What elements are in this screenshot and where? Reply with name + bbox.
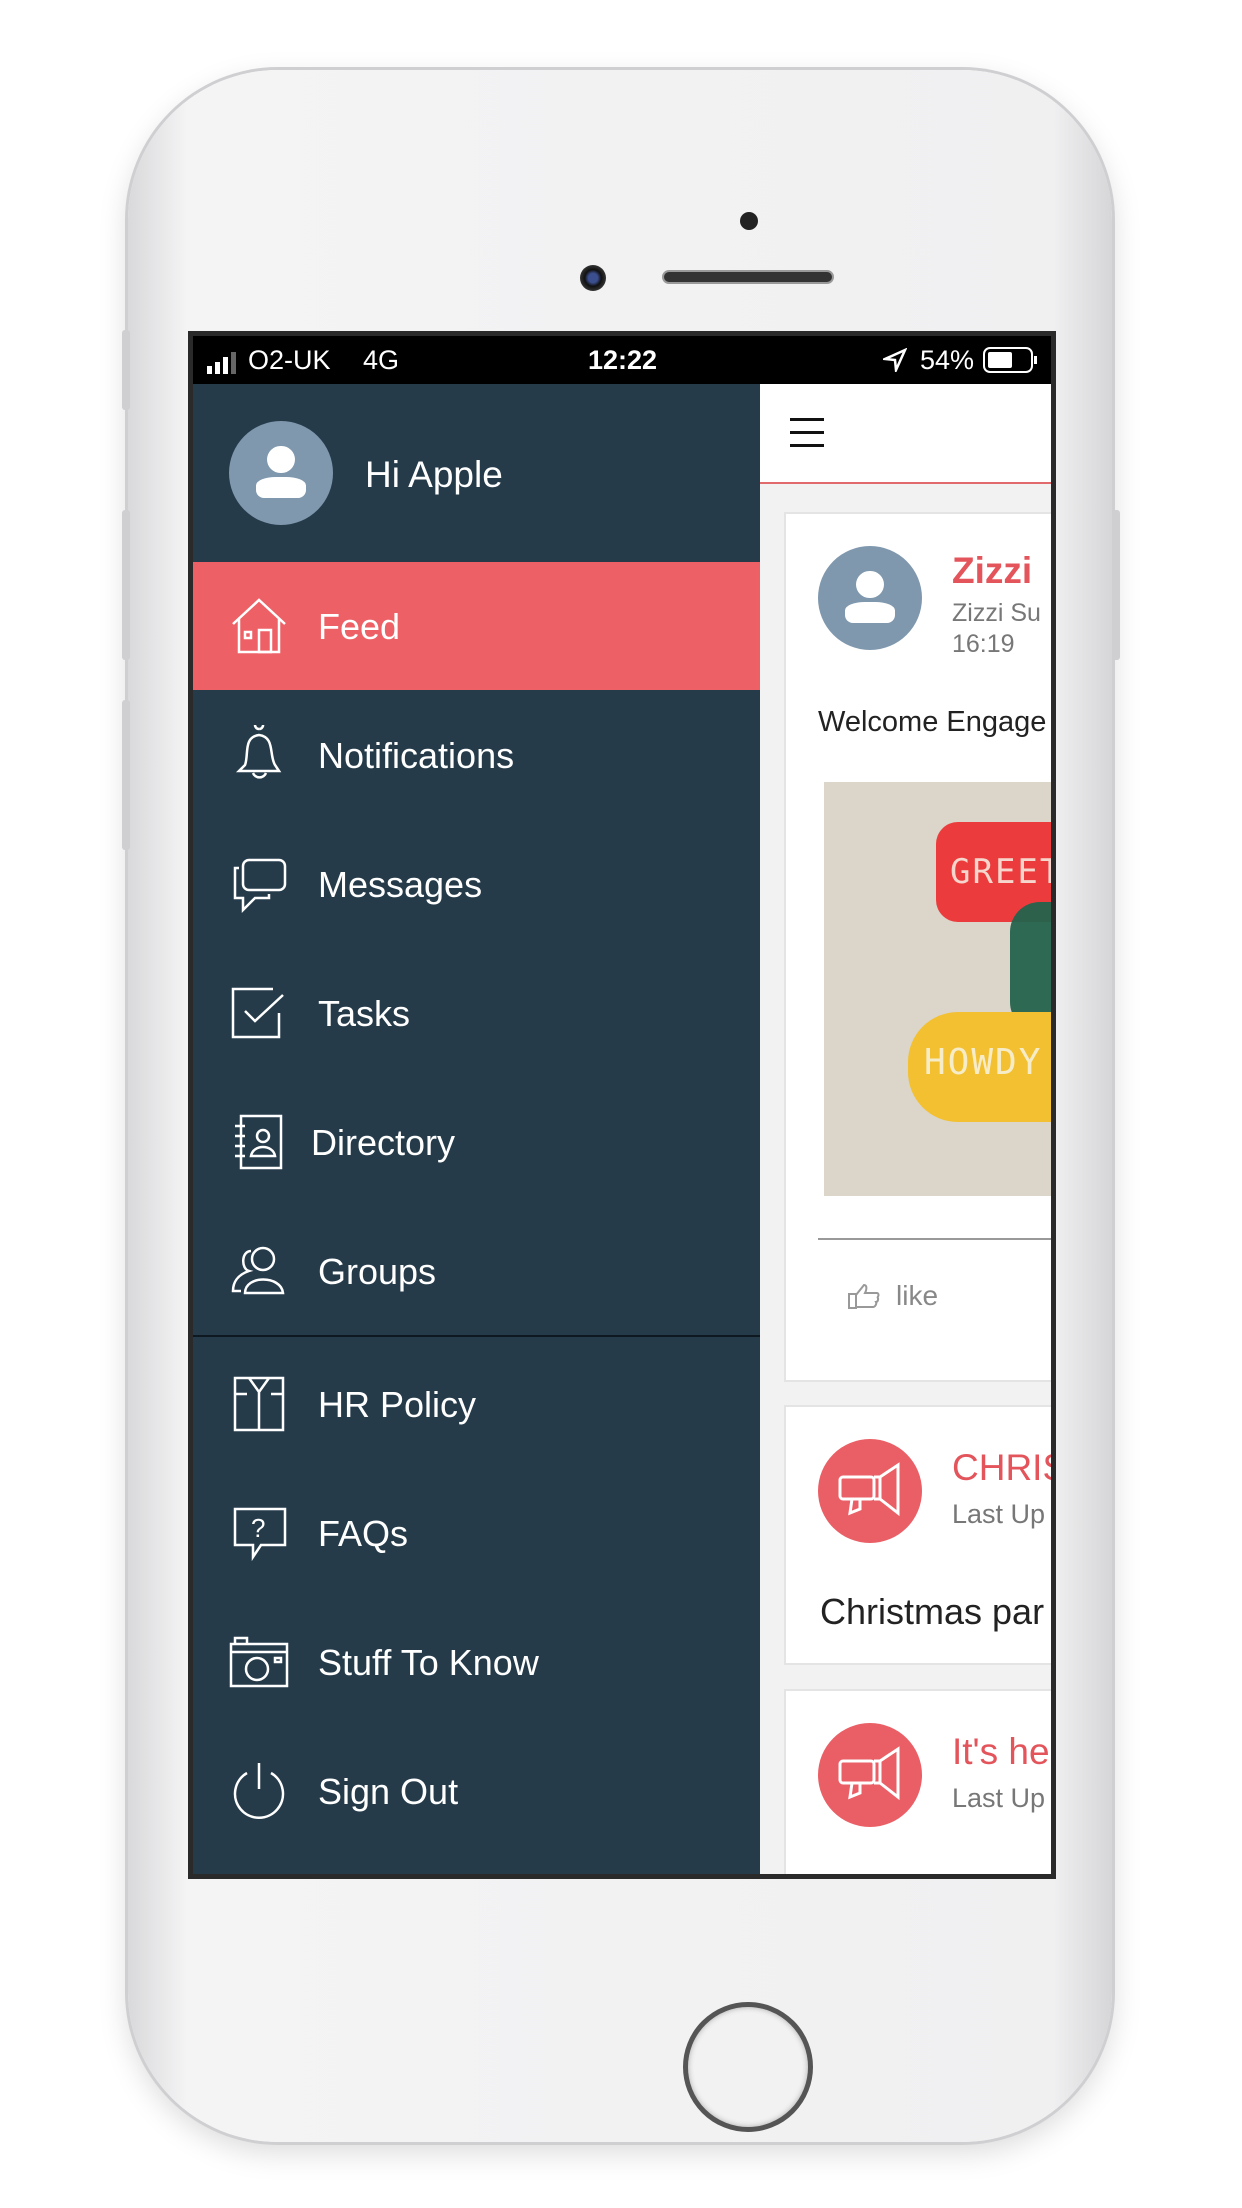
drawer-item-label: Directory bbox=[311, 1122, 456, 1163]
announcement-subtitle: Last Up bbox=[952, 1499, 1046, 1529]
megaphone-icon bbox=[838, 1462, 900, 1517]
hamburger-menu-icon[interactable] bbox=[790, 418, 824, 448]
camera-icon bbox=[229, 1636, 289, 1688]
drawer-item-label: HR Policy bbox=[318, 1384, 477, 1425]
front-camera bbox=[580, 265, 606, 291]
screen: O2-UK 4G 12:22 54% Hi Apple Feed Notific… bbox=[188, 331, 1056, 1879]
drawer-item-notifications[interactable]: Notifications bbox=[193, 691, 760, 819]
shirt-icon bbox=[233, 1376, 285, 1432]
drawer-item-sign-out[interactable]: Sign Out bbox=[193, 1727, 760, 1855]
megaphone-icon bbox=[838, 1746, 900, 1801]
clock: 12:22 bbox=[588, 345, 658, 375]
carrier: O2-UK bbox=[248, 345, 331, 375]
battery-percent: 54% bbox=[920, 345, 975, 375]
greeting: Hi Apple bbox=[365, 454, 503, 495]
author-avatar bbox=[818, 546, 922, 650]
earpiece-speaker bbox=[662, 270, 834, 284]
like-button[interactable]: like bbox=[848, 1280, 938, 1312]
post-card[interactable]: Zizzi Zizzi Su 16:19 Welcome Engage GREE… bbox=[784, 512, 1051, 1382]
user-avatar[interactable] bbox=[229, 421, 333, 525]
post-time: 16:19 bbox=[952, 630, 1015, 658]
drawer-item-label: Messages bbox=[318, 864, 483, 905]
volume-down-button bbox=[122, 700, 130, 850]
drawer-item-label: Stuff To Know bbox=[318, 1642, 539, 1683]
drawer-item-label: Tasks bbox=[318, 993, 411, 1034]
volume-up-button bbox=[122, 510, 130, 660]
status-bar: O2-UK 4G 12:22 54% bbox=[193, 336, 1051, 384]
card-divider bbox=[818, 1238, 1051, 1240]
drawer-item-hr-policy[interactable]: HR Policy bbox=[193, 1340, 760, 1468]
announcement-text: Christmas par bbox=[820, 1591, 1045, 1632]
chat-icon bbox=[233, 858, 287, 914]
group-icon bbox=[231, 1246, 285, 1295]
svg-text:?: ? bbox=[251, 1513, 265, 1543]
drawer-item-stuff-to-know[interactable]: Stuff To Know bbox=[193, 1598, 760, 1726]
drawer-item-label: Notifications bbox=[318, 735, 515, 776]
drawer-divider bbox=[193, 1335, 760, 1337]
drawer-item-tasks[interactable]: Tasks bbox=[193, 949, 760, 1077]
drawer-item-directory[interactable]: Directory bbox=[193, 1078, 760, 1206]
drawer-item-label: Sign Out bbox=[318, 1771, 459, 1812]
post-author[interactable]: Zizzi bbox=[952, 550, 1032, 592]
drawer-item-messages[interactable]: Messages bbox=[193, 820, 760, 948]
navigation-drawer: Hi Apple Feed Notifications Messages Tas… bbox=[193, 384, 760, 1874]
post-subtitle: Zizzi Su bbox=[952, 599, 1041, 627]
announcement-avatar bbox=[818, 1439, 922, 1543]
mute-switch bbox=[122, 330, 130, 410]
drawer-item-groups[interactable]: Groups bbox=[193, 1207, 760, 1335]
signal-icon bbox=[207, 350, 241, 381]
post-text: Welcome Engage bbox=[818, 706, 1047, 738]
announcement-title[interactable]: It's he bbox=[952, 1731, 1050, 1773]
drawer-item-label: FAQs bbox=[318, 1513, 409, 1554]
image-text: GREETI bbox=[950, 852, 1051, 892]
announcement-avatar bbox=[818, 1723, 922, 1827]
network-type: 4G bbox=[363, 345, 400, 375]
app-header bbox=[760, 384, 1051, 484]
announcement-title[interactable]: CHRIS bbox=[952, 1447, 1051, 1489]
power-button bbox=[1112, 510, 1120, 660]
image-text: HOWDY bbox=[924, 1042, 1043, 1083]
power-icon bbox=[233, 1763, 285, 1819]
post-image[interactable]: GREETI HOWDY bbox=[824, 782, 1051, 1196]
contacts-book-icon bbox=[235, 1114, 283, 1170]
drawer-item-feed[interactable]: Feed bbox=[193, 562, 760, 690]
location-icon bbox=[880, 347, 908, 379]
drawer-item-label: Feed bbox=[318, 606, 401, 647]
like-label: like bbox=[896, 1280, 939, 1311]
sensor bbox=[740, 212, 758, 230]
home-icon bbox=[232, 598, 286, 654]
drawer-item-label: Groups bbox=[318, 1251, 437, 1292]
home-button[interactable] bbox=[683, 2002, 813, 2132]
drawer-item-faqs[interactable]: ? FAQs bbox=[193, 1469, 760, 1597]
feed-pane: Zizzi Zizzi Su 16:19 Welcome Engage GREE… bbox=[760, 384, 1051, 1874]
announcement-card[interactable]: It's he Last Up bbox=[784, 1689, 1051, 1874]
thumbs-up-icon bbox=[848, 1283, 880, 1309]
checkbox-icon bbox=[231, 987, 284, 1039]
bell-icon bbox=[235, 725, 282, 779]
battery-icon bbox=[983, 347, 1039, 380]
question-bubble-icon: ? bbox=[233, 1507, 287, 1562]
announcement-card[interactable]: CHRIS Last Up Christmas par bbox=[784, 1405, 1051, 1665]
announcement-subtitle: Last Up bbox=[952, 1783, 1046, 1813]
